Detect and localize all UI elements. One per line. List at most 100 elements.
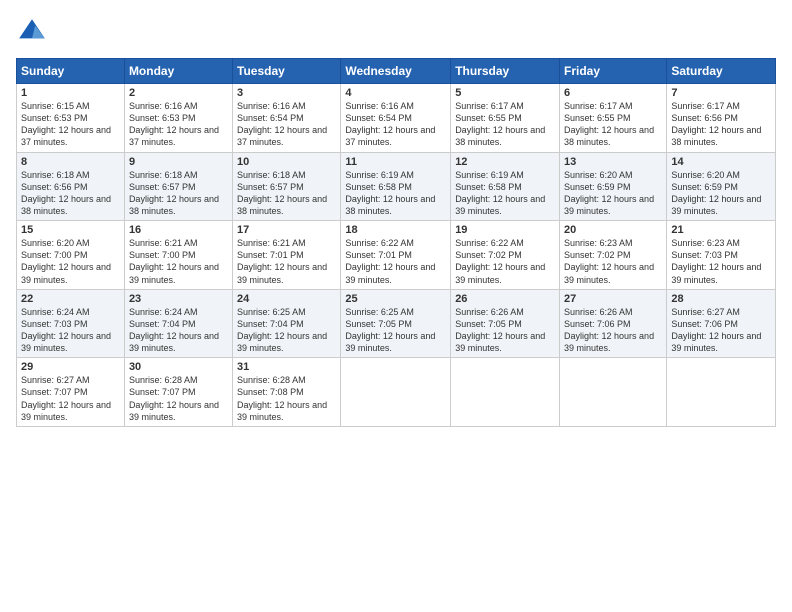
cell-text: Sunrise: 6:26 AMSunset: 7:06 PMDaylight:… <box>564 307 654 353</box>
cell-text: Sunrise: 6:16 AMSunset: 6:54 PMDaylight:… <box>345 101 435 147</box>
calendar-cell: 11 Sunrise: 6:19 AMSunset: 6:58 PMDayligh… <box>341 152 451 221</box>
calendar-cell: 22 Sunrise: 6:24 AMSunset: 7:03 PMDayligh… <box>17 289 125 358</box>
cell-text: Sunrise: 6:17 AMSunset: 6:55 PMDaylight:… <box>564 101 654 147</box>
calendar-cell: 30Sunrise: 6:28 AMSunset: 7:07 PMDayligh… <box>124 358 232 427</box>
cell-text: Sunrise: 6:27 AMSunset: 7:07 PMDaylight:… <box>21 375 111 421</box>
cell-text: Sunrise: 6:21 AMSunset: 7:01 PMDaylight:… <box>237 238 327 284</box>
cell-text: Sunrise: 6:28 AMSunset: 7:07 PMDaylight:… <box>129 375 219 421</box>
page: SundayMondayTuesdayWednesdayThursdayFrid… <box>0 0 792 612</box>
cell-text: Sunrise: 6:19 AMSunset: 6:58 PMDaylight:… <box>345 170 435 216</box>
day-number: 29 <box>21 361 120 373</box>
day-number: 6 <box>564 87 662 99</box>
calendar-cell: 31 Sunrise: 6:28 AMSunset: 7:08 PMDayligh… <box>233 358 341 427</box>
day-number: 17 <box>237 224 336 236</box>
day-number: 11 <box>345 156 446 168</box>
calendar-cell: 1Sunrise: 6:15 AMSunset: 6:53 PMDaylight… <box>17 84 125 153</box>
cell-text: Sunrise: 6:17 AMSunset: 6:55 PMDaylight:… <box>455 101 545 147</box>
calendar-day-header: Thursday <box>451 59 560 84</box>
calendar-day-header: Friday <box>560 59 667 84</box>
calendar-cell: 29 Sunrise: 6:27 AMSunset: 7:07 PMDayligh… <box>17 358 125 427</box>
cell-text: Sunrise: 6:27 AMSunset: 7:06 PMDaylight:… <box>671 307 761 353</box>
day-number: 5 <box>455 87 555 99</box>
calendar-cell: 27 Sunrise: 6:26 AMSunset: 7:06 PMDayligh… <box>560 289 667 358</box>
calendar-week-row: 8 Sunrise: 6:18 AMSunset: 6:56 PMDaylight… <box>17 152 776 221</box>
calendar-cell <box>560 358 667 427</box>
cell-text: Sunrise: 6:20 AMSunset: 6:59 PMDaylight:… <box>671 170 761 216</box>
cell-text: Sunrise: 6:24 AMSunset: 7:04 PMDaylight:… <box>129 307 219 353</box>
calendar-cell: 5 Sunrise: 6:17 AMSunset: 6:55 PMDaylight… <box>451 84 560 153</box>
cell-text: Sunrise: 6:20 AMSunset: 6:59 PMDaylight:… <box>564 170 654 216</box>
calendar-cell: 28Sunrise: 6:27 AMSunset: 7:06 PMDayligh… <box>667 289 776 358</box>
calendar-cell: 2 Sunrise: 6:16 AMSunset: 6:53 PMDaylight… <box>124 84 232 153</box>
day-number: 13 <box>564 156 662 168</box>
calendar-cell: 7 Sunrise: 6:17 AMSunset: 6:56 PMDaylight… <box>667 84 776 153</box>
calendar-cell: 4 Sunrise: 6:16 AMSunset: 6:54 PMDaylight… <box>341 84 451 153</box>
calendar-cell: 3Sunrise: 6:16 AMSunset: 6:54 PMDaylight… <box>233 84 341 153</box>
cell-text: Sunrise: 6:19 AMSunset: 6:58 PMDaylight:… <box>455 170 545 216</box>
day-number: 14 <box>671 156 771 168</box>
cell-text: Sunrise: 6:17 AMSunset: 6:56 PMDaylight:… <box>671 101 761 147</box>
cell-text: Sunrise: 6:21 AMSunset: 7:00 PMDaylight:… <box>129 238 219 284</box>
cell-text: Sunrise: 6:18 AMSunset: 6:56 PMDaylight:… <box>21 170 111 216</box>
cell-text: Sunrise: 6:22 AMSunset: 7:02 PMDaylight:… <box>455 238 545 284</box>
day-number: 31 <box>237 361 336 373</box>
calendar-cell: 21 Sunrise: 6:23 AMSunset: 7:03 PMDayligh… <box>667 221 776 290</box>
calendar-week-row: 15 Sunrise: 6:20 AMSunset: 7:00 PMDayligh… <box>17 221 776 290</box>
day-number: 26 <box>455 293 555 305</box>
day-number: 21 <box>671 224 771 236</box>
day-number: 2 <box>129 87 228 99</box>
calendar-cell: 10 Sunrise: 6:18 AMSunset: 6:57 PMDayligh… <box>233 152 341 221</box>
cell-text: Sunrise: 6:18 AMSunset: 6:57 PMDaylight:… <box>237 170 327 216</box>
cell-text: Sunrise: 6:26 AMSunset: 7:05 PMDaylight:… <box>455 307 545 353</box>
calendar-cell: 6 Sunrise: 6:17 AMSunset: 6:55 PMDaylight… <box>560 84 667 153</box>
day-number: 7 <box>671 87 771 99</box>
calendar-cell: 14 Sunrise: 6:20 AMSunset: 6:59 PMDayligh… <box>667 152 776 221</box>
calendar-cell <box>451 358 560 427</box>
calendar-cell: 15 Sunrise: 6:20 AMSunset: 7:00 PMDayligh… <box>17 221 125 290</box>
cell-text: Sunrise: 6:24 AMSunset: 7:03 PMDaylight:… <box>21 307 111 353</box>
day-number: 12 <box>455 156 555 168</box>
calendar-cell <box>667 358 776 427</box>
day-number: 1 <box>21 87 120 99</box>
day-number: 22 <box>21 293 120 305</box>
calendar-cell: 19 Sunrise: 6:22 AMSunset: 7:02 PMDayligh… <box>451 221 560 290</box>
calendar-cell: 26 Sunrise: 6:26 AMSunset: 7:05 PMDayligh… <box>451 289 560 358</box>
calendar-cell: 18 Sunrise: 6:22 AMSunset: 7:01 PMDayligh… <box>341 221 451 290</box>
calendar-day-header: Saturday <box>667 59 776 84</box>
header <box>16 16 776 48</box>
day-number: 3 <box>237 87 336 99</box>
calendar-cell: 17 Sunrise: 6:21 AMSunset: 7:01 PMDayligh… <box>233 221 341 290</box>
calendar-cell: 13 Sunrise: 6:20 AMSunset: 6:59 PMDayligh… <box>560 152 667 221</box>
calendar-cell: 25Sunrise: 6:25 AMSunset: 7:05 PMDayligh… <box>341 289 451 358</box>
logo <box>16 16 52 48</box>
calendar-cell: 8 Sunrise: 6:18 AMSunset: 6:56 PMDaylight… <box>17 152 125 221</box>
day-number: 24 <box>237 293 336 305</box>
calendar-cell: 9Sunrise: 6:18 AMSunset: 6:57 PMDaylight… <box>124 152 232 221</box>
day-number: 18 <box>345 224 446 236</box>
cell-text: Sunrise: 6:20 AMSunset: 7:00 PMDaylight:… <box>21 238 111 284</box>
cell-text: Sunrise: 6:16 AMSunset: 6:53 PMDaylight:… <box>129 101 219 147</box>
calendar-table: SundayMondayTuesdayWednesdayThursdayFrid… <box>16 58 776 427</box>
day-number: 8 <box>21 156 120 168</box>
day-number: 9 <box>129 156 228 168</box>
calendar-cell: 12 Sunrise: 6:19 AMSunset: 6:58 PMDayligh… <box>451 152 560 221</box>
day-number: 27 <box>564 293 662 305</box>
calendar-cell: 23 Sunrise: 6:24 AMSunset: 7:04 PMDayligh… <box>124 289 232 358</box>
day-number: 19 <box>455 224 555 236</box>
calendar-week-row: 22 Sunrise: 6:24 AMSunset: 7:03 PMDayligh… <box>17 289 776 358</box>
day-number: 16 <box>129 224 228 236</box>
day-number: 10 <box>237 156 336 168</box>
cell-text: Sunrise: 6:23 AMSunset: 7:02 PMDaylight:… <box>564 238 654 284</box>
cell-text: Sunrise: 6:23 AMSunset: 7:03 PMDaylight:… <box>671 238 761 284</box>
day-number: 4 <box>345 87 446 99</box>
calendar-week-row: 29 Sunrise: 6:27 AMSunset: 7:07 PMDayligh… <box>17 358 776 427</box>
day-number: 15 <box>21 224 120 236</box>
calendar-cell: 24Sunrise: 6:25 AMSunset: 7:04 PMDayligh… <box>233 289 341 358</box>
calendar-day-header: Wednesday <box>341 59 451 84</box>
cell-text: Sunrise: 6:22 AMSunset: 7:01 PMDaylight:… <box>345 238 435 284</box>
calendar-day-header: Tuesday <box>233 59 341 84</box>
calendar-day-header: Sunday <box>17 59 125 84</box>
calendar-cell <box>341 358 451 427</box>
cell-text: Sunrise: 6:28 AMSunset: 7:08 PMDaylight:… <box>237 375 327 421</box>
day-number: 23 <box>129 293 228 305</box>
